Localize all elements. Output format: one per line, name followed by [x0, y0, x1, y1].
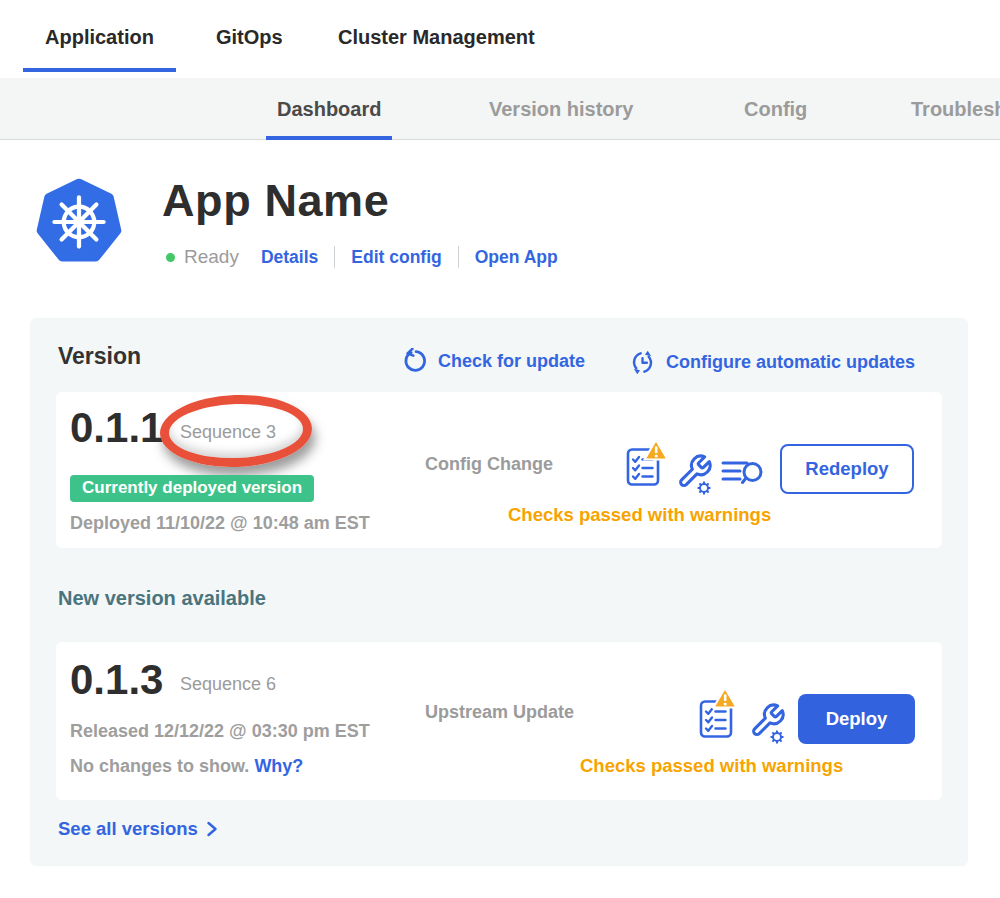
- tab-version-history[interactable]: Version history: [478, 78, 645, 140]
- available-version-card: 0.1.3 Sequence 6 Released 12/12/22 @ 03:…: [56, 642, 942, 800]
- deploy-button[interactable]: Deploy: [798, 694, 915, 744]
- kubernetes-logo-icon: [36, 177, 122, 267]
- version-source-label: Upstream Update: [425, 702, 574, 723]
- redeploy-button[interactable]: Redeploy: [780, 444, 914, 494]
- warning-triangle-icon: [712, 686, 738, 710]
- configure-auto-updates-link[interactable]: Configure automatic updates: [628, 348, 915, 377]
- status-dot-icon: [166, 253, 175, 262]
- current-version-number: 0.1.1: [70, 404, 163, 452]
- annotation-ellipse: [159, 392, 313, 469]
- warning-triangle-icon: [643, 438, 669, 462]
- config-wrench-icon[interactable]: [676, 453, 716, 497]
- nav-item-cluster-management[interactable]: Cluster Management: [316, 0, 557, 72]
- chevron-right-icon: [206, 821, 218, 837]
- nav-item-gitops[interactable]: GitOps: [194, 0, 305, 72]
- check-for-update-link[interactable]: Check for update: [403, 348, 585, 374]
- check-for-update-label: Check for update: [438, 351, 585, 372]
- preflight-checks-status: Checks passed with warnings: [508, 504, 771, 526]
- no-changes-label: No changes to show.: [70, 756, 249, 776]
- current-version-card: 0.1.1 Sequence 3 Currently deployed vers…: [56, 392, 942, 548]
- version-source-label: Config Change: [425, 454, 553, 475]
- refresh-icon: [403, 348, 429, 374]
- sub-nav: Dashboard Version history Config Trouble…: [0, 78, 1000, 140]
- configure-auto-updates-label: Configure automatic updates: [666, 352, 915, 373]
- see-all-versions-link[interactable]: See all versions: [58, 818, 218, 840]
- divider: [334, 246, 335, 268]
- deployed-timestamp: Deployed 11/10/22 @ 10:48 am EST: [70, 513, 370, 534]
- version-section-title: Version: [58, 343, 141, 370]
- status-badge: Ready: [184, 246, 239, 268]
- released-timestamp: Released 12/12/22 @ 03:30 pm EST: [70, 721, 370, 742]
- why-link[interactable]: Why?: [254, 756, 303, 776]
- currently-deployed-badge: Currently deployed version: [70, 475, 314, 502]
- open-app-link[interactable]: Open App: [475, 247, 558, 268]
- page-title: App Name: [162, 175, 389, 227]
- preflight-checks-status: Checks passed with warnings: [580, 755, 843, 777]
- available-version-number: 0.1.3: [70, 656, 163, 704]
- version-section: Version Check for update Configure autom…: [30, 318, 968, 866]
- tab-dashboard[interactable]: Dashboard: [266, 78, 392, 140]
- divider: [458, 246, 459, 268]
- tab-troubleshoot[interactable]: Troubleshoot: [900, 78, 1000, 140]
- new-version-heading: New version available: [58, 587, 266, 610]
- nav-item-application[interactable]: Application: [23, 0, 176, 72]
- no-changes-text: No changes to show. Why?: [70, 756, 303, 777]
- available-sequence: Sequence 6: [180, 674, 276, 695]
- app-status-row: Ready Details Edit config Open App: [166, 244, 558, 270]
- tab-config[interactable]: Config: [733, 78, 818, 140]
- auto-update-clock-icon: [628, 348, 657, 377]
- details-link[interactable]: Details: [261, 247, 318, 268]
- config-wrench-icon[interactable]: [749, 702, 789, 746]
- primary-nav: Application GitOps Cluster Management: [0, 0, 1000, 78]
- view-files-icon[interactable]: [721, 458, 765, 488]
- see-all-versions-label: See all versions: [58, 818, 198, 840]
- edit-config-link[interactable]: Edit config: [351, 247, 441, 268]
